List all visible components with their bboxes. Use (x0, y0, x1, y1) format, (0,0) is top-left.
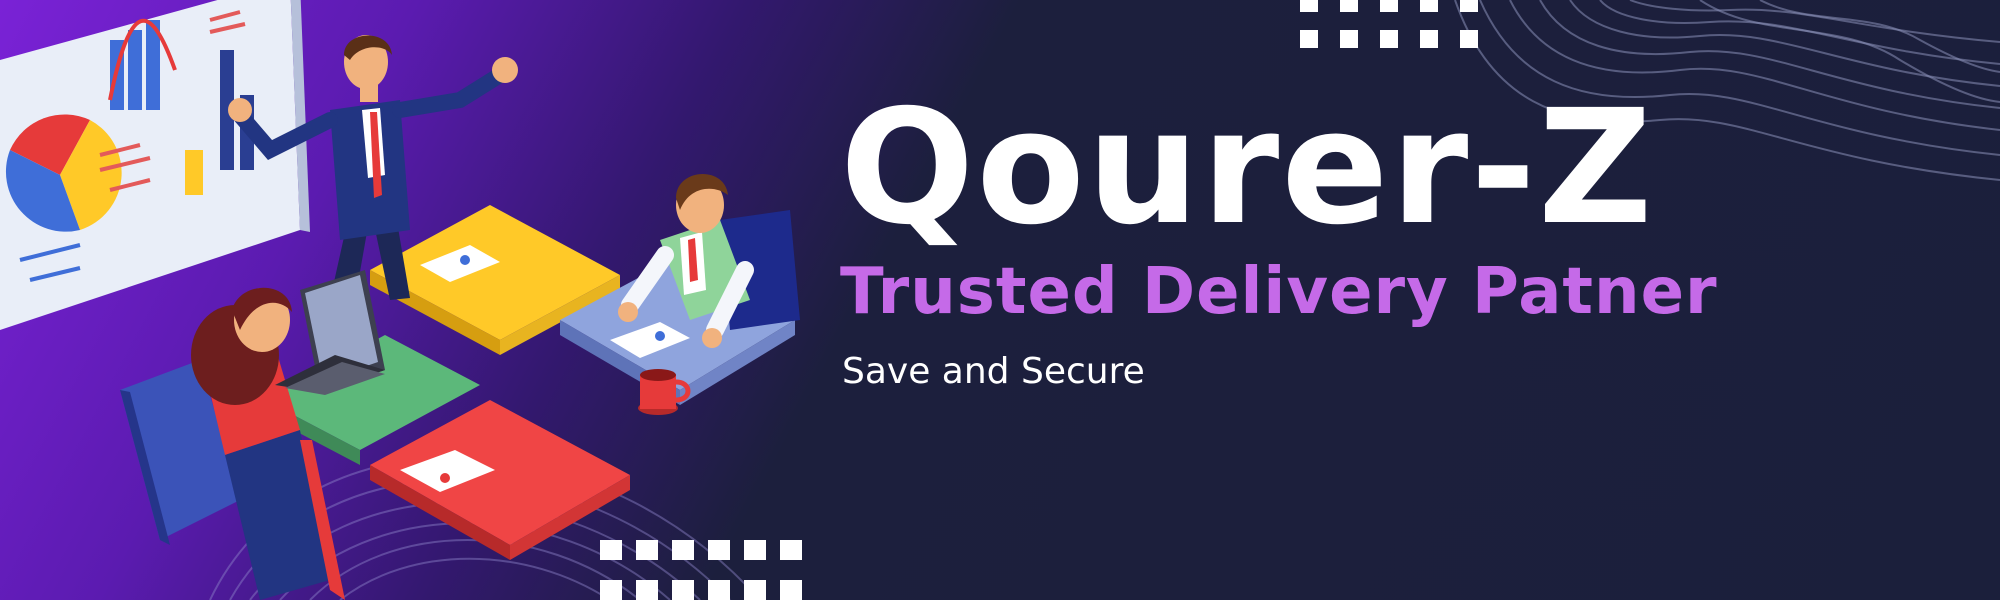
brand-title: Qourer-Z (840, 76, 1655, 260)
dot-grid-top (1300, 0, 1478, 48)
hero-banner: Qourer-Z Trusted Delivery Patner Save an… (0, 0, 2000, 600)
hero-text: Qourer-Z Trusted Delivery Patner Save an… (840, 88, 1718, 394)
brand-tagline: Save and Secure (842, 351, 1145, 392)
brand-subtitle: Trusted Delivery Patner (840, 255, 1718, 329)
laptop-icon (275, 270, 385, 395)
presentation-board-icon (0, 0, 310, 330)
